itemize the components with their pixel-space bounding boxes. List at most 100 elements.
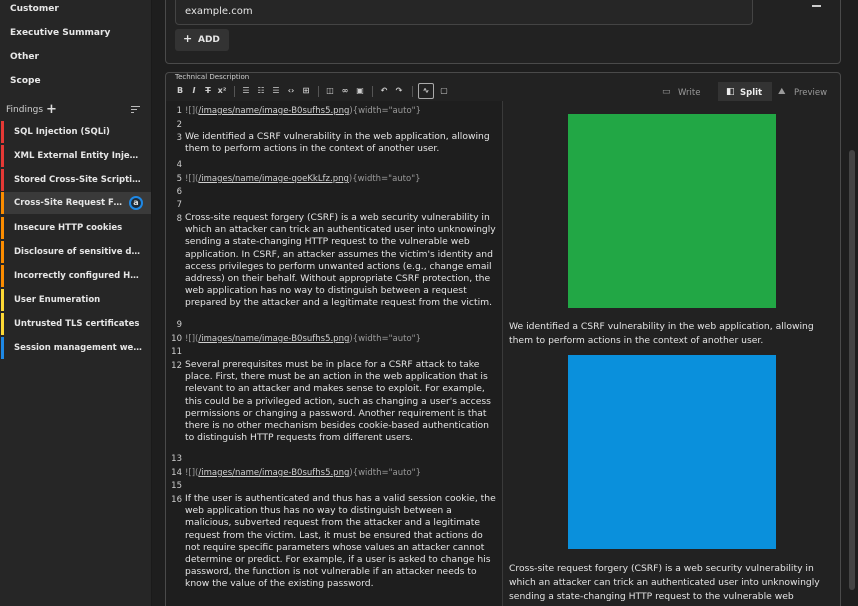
finding-label: User Enumeration [14, 295, 101, 305]
comment-icon[interactable]: ▢ [438, 85, 450, 97]
bold-button[interactable]: B [174, 85, 186, 97]
image-path-link[interactable]: /images/name/image-B0sufhs5.png [198, 106, 349, 116]
code-icon[interactable]: ‹› [285, 85, 297, 97]
severity-indicator [1, 289, 4, 311]
finding-item[interactable]: Untrusted TLS certificates [1, 313, 151, 335]
technical-description-editor: Technical Description B I T x² ☰ ☷ ☰ ‹› … [165, 72, 841, 606]
line-number: 6 [176, 187, 182, 197]
markdown-image-line: ![](/images/name/image-B0sufhs5.png){wid… [185, 333, 499, 345]
finding-item[interactable]: Cross-Site Request Forger...a [1, 192, 151, 214]
severity-indicator [1, 337, 4, 359]
markdown-source-pane[interactable]: 1 ![](/images/name/image-B0sufhs5.png){wi… [166, 101, 502, 606]
image-path-link[interactable]: /images/name/image-B0sufhs5.png [198, 334, 349, 344]
undo-icon[interactable]: ↶ [378, 85, 390, 97]
template-icon[interactable]: ◫ [324, 85, 336, 97]
sidebar: Customer Executive Summary Other Scope F… [0, 0, 152, 606]
split-icon: ◧ [726, 87, 735, 97]
italic-button[interactable]: I [188, 85, 200, 97]
tab-write[interactable]: ▭ Write [662, 82, 712, 102]
bullet-list-icon[interactable]: ☰ [240, 85, 252, 97]
finding-item[interactable]: SQL Injection (SQLi) [1, 121, 151, 143]
page-scrollbar[interactable] [849, 150, 855, 590]
image-path-link[interactable]: /images/name/image-qoeKkLfz.png [198, 174, 349, 184]
md-syntax: ){width="auto"} [349, 334, 421, 344]
md-syntax: ){width="auto"} [349, 106, 421, 116]
source-paragraph: We identified a CSRF vulnerability in th… [185, 131, 490, 155]
line-number: 2 [176, 120, 182, 130]
markdown-preview-pane: We identified a CSRF vulnerability in th… [503, 101, 840, 606]
add-button-label: ADD [198, 35, 220, 45]
nav-item-scope[interactable]: Scope [10, 76, 41, 86]
image-icon[interactable]: ▣ [354, 85, 366, 97]
severity-indicator [1, 169, 4, 191]
source-paragraph: If the user is authenticated and thus ha… [185, 493, 496, 590]
editor-label: Technical Description [175, 73, 250, 81]
finding-label: Untrusted TLS certificates [14, 319, 140, 329]
preview-image-2 [568, 355, 776, 549]
finding-label: Session management weakn... [14, 343, 142, 353]
severity-indicator [1, 313, 4, 335]
redo-icon[interactable]: ↷ [393, 85, 405, 97]
superscript-button[interactable]: x² [216, 85, 228, 97]
preview-paragraph-1: We identified a CSRF vulnerability in th… [509, 321, 814, 346]
finding-label: Cross-Site Request Forger... [14, 198, 126, 208]
finding-item[interactable]: Incorrectly configured HTTP s... [1, 265, 151, 287]
tab-preview[interactable]: ⛰ Preview [778, 82, 836, 102]
scope-input[interactable]: example.com [175, 0, 753, 25]
nav-item-executive-summary[interactable]: Executive Summary [10, 28, 110, 38]
link-icon[interactable]: ∞ [339, 85, 351, 97]
line-number: 16 [171, 495, 182, 505]
editor-toolbar: B I T x² ☰ ☷ ☰ ‹› ⊞ ◫ ∞ ▣ ↶ ↷ ∿ ▢ ▭ Writ… [170, 82, 836, 102]
line-number: 1 [176, 106, 182, 116]
line-number: 3 [176, 133, 182, 143]
line-number: 13 [171, 454, 182, 464]
line-number: 5 [176, 174, 182, 184]
assignee-avatar[interactable]: a [129, 196, 143, 210]
nav-item-customer[interactable]: Customer [10, 4, 59, 14]
finding-item[interactable]: Stored Cross-Site Scripting (X... [1, 169, 151, 191]
line-number: 8 [176, 214, 182, 224]
markdown-image-line: ![](/images/name/image-qoeKkLfz.png){wid… [185, 173, 499, 185]
sort-icon[interactable] [131, 106, 140, 114]
toolbar-divider [412, 86, 413, 97]
severity-indicator [1, 121, 4, 143]
finding-label: SQL Injection (SQLi) [14, 127, 110, 137]
severity-indicator [1, 145, 4, 167]
numbered-list-icon[interactable]: ☷ [255, 85, 267, 97]
finding-item[interactable]: Disclosure of sensitive data i... [1, 241, 151, 263]
line-number: 7 [176, 200, 182, 210]
line-number: 4 [176, 160, 182, 170]
tab-write-label: Write [678, 88, 701, 98]
findings-header: Findings + [6, 103, 146, 118]
task-list-icon[interactable]: ☰ [270, 85, 282, 97]
tab-preview-label: Preview [794, 88, 828, 98]
preview-image-1 [568, 114, 776, 308]
toolbar-divider [372, 86, 373, 97]
finding-label: Disclosure of sensitive data i... [14, 247, 142, 257]
finding-item[interactable]: User Enumeration [1, 289, 151, 311]
toolbar-divider [234, 86, 235, 97]
severity-indicator [1, 217, 4, 239]
strikethrough-button[interactable]: T [202, 85, 214, 97]
add-button[interactable]: + ADD [175, 29, 229, 51]
scope-card: example.com + ADD [165, 0, 841, 64]
write-icon: ▭ [662, 87, 671, 97]
source-paragraph: Cross-site request forgery (CSRF) is a w… [185, 212, 496, 309]
image-path-link[interactable]: /images/name/image-B0sufhs5.png [198, 468, 349, 478]
spellcheck-icon[interactable]: ∿ [418, 83, 434, 99]
main-content: example.com + ADD Technical Description … [152, 0, 858, 606]
scope-input-value: example.com [185, 6, 253, 17]
tab-split[interactable]: ◧ Split [718, 82, 772, 102]
nav-item-other[interactable]: Other [10, 52, 39, 62]
md-syntax: ![]( [185, 174, 199, 184]
finding-item[interactable]: XML External Entity Injection ... [1, 145, 151, 167]
finding-item[interactable]: Insecure HTTP cookies [1, 217, 151, 239]
add-finding-icon[interactable]: + [46, 103, 57, 116]
line-number: 11 [171, 347, 182, 357]
table-icon[interactable]: ⊞ [300, 85, 312, 97]
remove-icon[interactable] [812, 5, 821, 7]
severity-indicator [1, 192, 4, 214]
plus-icon: + [183, 32, 193, 45]
line-number: 12 [171, 361, 182, 371]
finding-item[interactable]: Session management weakn... [1, 337, 151, 359]
